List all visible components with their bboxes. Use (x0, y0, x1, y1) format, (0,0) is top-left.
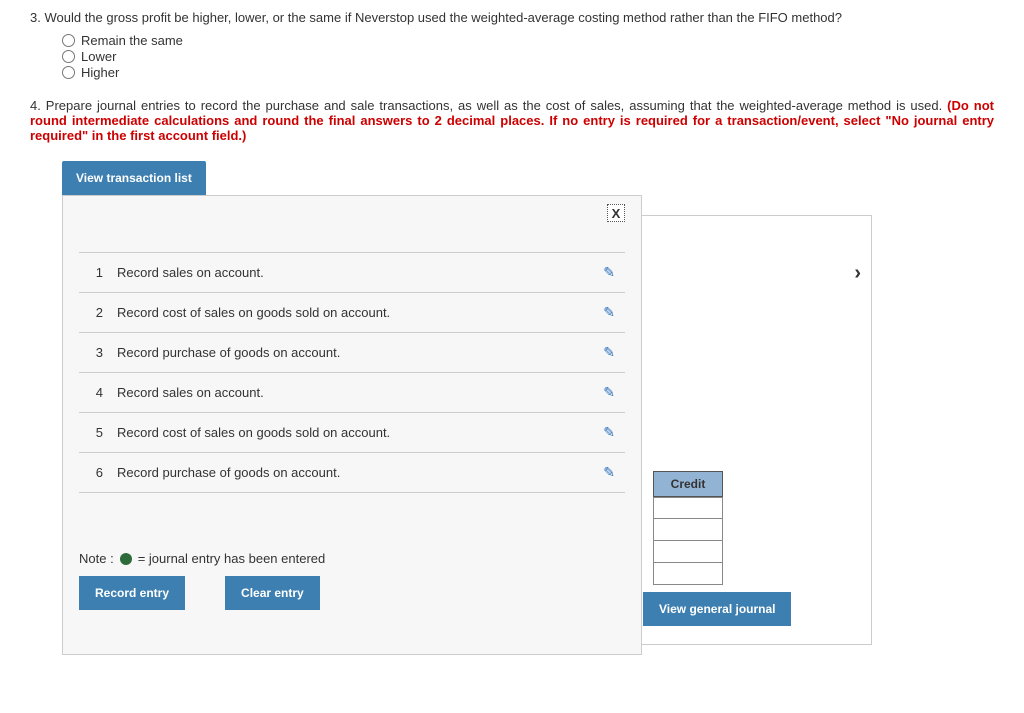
bottom-buttons: Record entry Clear entry (79, 576, 625, 610)
journal-entry-area: View transaction list › Credit View gene… (62, 161, 994, 665)
transaction-desc: Record sales on account. (117, 385, 589, 400)
q3-options: Remain the same Lower Higher (62, 33, 994, 80)
transaction-number: 6 (89, 465, 103, 480)
transaction-desc: Record purchase of goods on account. (117, 465, 589, 480)
transaction-row[interactable]: 2 Record cost of sales on goods sold on … (79, 293, 625, 333)
credit-cells (653, 497, 723, 585)
next-arrow-icon[interactable]: › (854, 262, 861, 285)
transaction-desc: Record purchase of goods on account. (117, 345, 589, 360)
pencil-icon[interactable]: ✎ (603, 464, 615, 481)
q3-option-lower[interactable]: Lower (62, 49, 994, 64)
note-text: = journal entry has been entered (138, 551, 326, 566)
q4-text-black: Prepare journal entries to record the pu… (46, 98, 947, 113)
transaction-row[interactable]: 6 Record purchase of goods on account. ✎ (79, 453, 625, 493)
clear-entry-button[interactable]: Clear entry (225, 576, 320, 610)
question-4: 4. Prepare journal entries to record the… (30, 98, 994, 143)
q3-option-higher[interactable]: Higher (62, 65, 994, 80)
option-label: Remain the same (81, 33, 183, 48)
transaction-list: 1 Record sales on account. ✎ 2 Record co… (79, 252, 625, 493)
note-line: Note : = journal entry has been entered (79, 551, 625, 566)
pencil-icon[interactable]: ✎ (603, 424, 615, 441)
credit-cell[interactable] (653, 541, 723, 563)
transaction-number: 1 (89, 265, 103, 280)
credit-column-header: Credit (653, 471, 723, 497)
q3-text: Would the gross profit be higher, lower,… (44, 10, 842, 25)
transaction-desc: Record cost of sales on goods sold on ac… (117, 305, 589, 320)
transaction-number: 4 (89, 385, 103, 400)
transaction-number: 2 (89, 305, 103, 320)
radio-higher[interactable] (62, 66, 75, 79)
close-icon[interactable]: X (607, 204, 625, 222)
q3-number: 3. (30, 10, 41, 25)
green-dot-icon (120, 553, 132, 565)
radio-lower[interactable] (62, 50, 75, 63)
transaction-number: 3 (89, 345, 103, 360)
transaction-desc: Record sales on account. (117, 265, 589, 280)
option-label: Higher (81, 65, 119, 80)
view-transaction-list-button[interactable]: View transaction list (62, 161, 206, 195)
transaction-row[interactable]: 3 Record purchase of goods on account. ✎ (79, 333, 625, 373)
record-entry-button[interactable]: Record entry (79, 576, 185, 610)
view-general-journal-button[interactable]: View general journal (643, 592, 791, 626)
transaction-row[interactable]: 5 Record cost of sales on goods sold on … (79, 413, 625, 453)
pencil-icon[interactable]: ✎ (603, 264, 615, 281)
q4-number: 4. (30, 98, 41, 113)
transaction-desc: Record cost of sales on goods sold on ac… (117, 425, 589, 440)
transaction-row[interactable]: 4 Record sales on account. ✎ (79, 373, 625, 413)
option-label: Lower (81, 49, 116, 64)
note-prefix: Note : (79, 551, 114, 566)
question-3: 3. Would the gross profit be higher, low… (30, 10, 994, 80)
pencil-icon[interactable]: ✎ (603, 304, 615, 321)
radio-same[interactable] (62, 34, 75, 47)
credit-cell[interactable] (653, 497, 723, 519)
pencil-icon[interactable]: ✎ (603, 384, 615, 401)
transaction-row[interactable]: 1 Record sales on account. ✎ (79, 253, 625, 293)
transaction-number: 5 (89, 425, 103, 440)
q3-option-same[interactable]: Remain the same (62, 33, 994, 48)
transaction-list-panel: X 1 Record sales on account. ✎ 2 Record … (62, 195, 642, 655)
credit-cell[interactable] (653, 519, 723, 541)
credit-cell[interactable] (653, 563, 723, 585)
journal-entry-panel: › Credit View general journal (602, 215, 872, 645)
pencil-icon[interactable]: ✎ (603, 344, 615, 361)
